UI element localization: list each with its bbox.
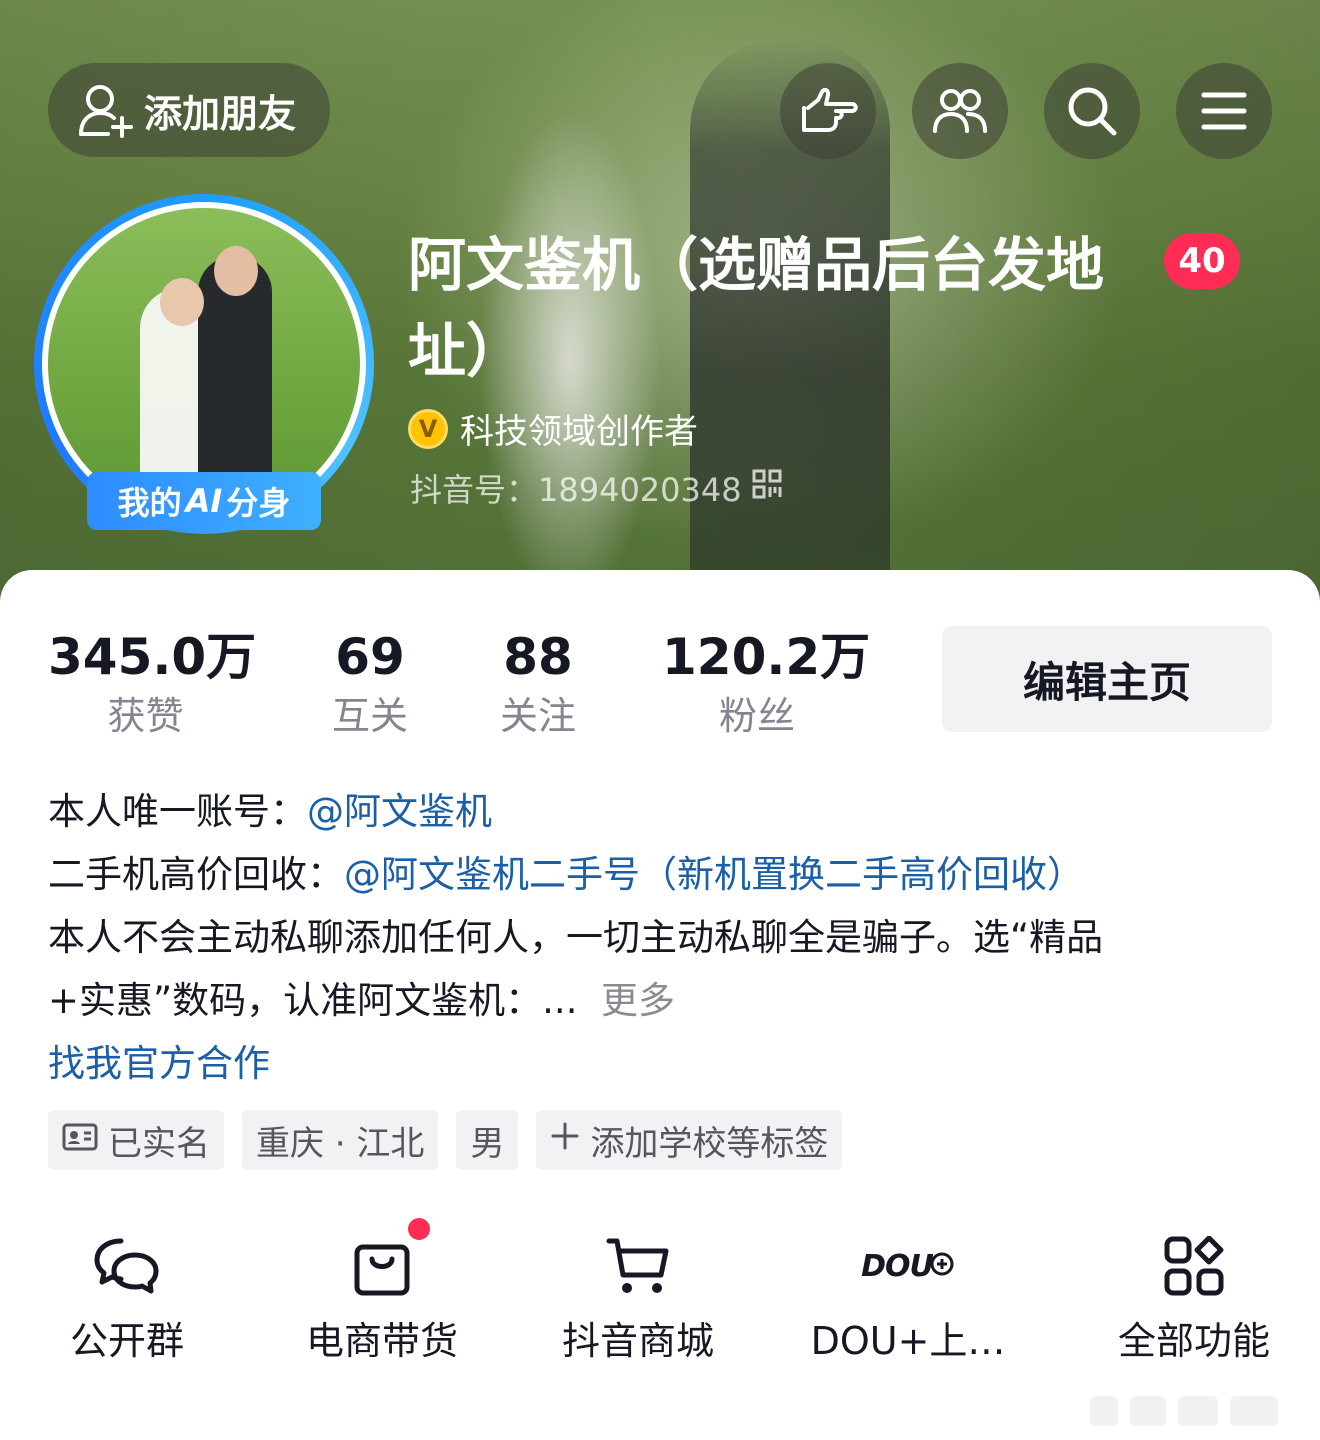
chat-bubbles-icon (7, 1226, 247, 1306)
certification[interactable]: V 科技领域创作者 (408, 404, 698, 453)
menu-icon (1201, 91, 1247, 131)
feature-ecommerce[interactable]: 电商带货 (262, 1218, 502, 1368)
bio-more-button[interactable]: 更多 (601, 979, 675, 1022)
search-button[interactable] (1044, 63, 1140, 159)
hand-point-button[interactable] (780, 63, 876, 159)
ai-avatar-badge[interactable]: 我的 AI 分身 (87, 472, 321, 530)
add-user-icon (78, 82, 136, 138)
feature-mall[interactable]: 抖音商城 (518, 1226, 758, 1368)
tag-verified-name[interactable]: 已实名 (48, 1110, 224, 1170)
stat-followers[interactable]: 120.2万 粉丝 (662, 628, 870, 746)
id-card-icon (62, 1120, 98, 1160)
tag-location[interactable]: 重庆 · 江北 (242, 1110, 439, 1170)
grid-icon (1074, 1226, 1314, 1306)
profile-tags: 已实名 重庆 · 江北 男 添加学校等标签 (48, 1110, 843, 1170)
friends-button[interactable] (912, 63, 1008, 159)
feature-all[interactable]: 全部功能 (1074, 1226, 1314, 1368)
shopping-bag-icon (262, 1218, 502, 1306)
bio-account-link[interactable]: @阿文鉴机 (307, 790, 492, 833)
dou-plus-icon: DOU (788, 1226, 1028, 1306)
certification-label: 科技领域创作者 (460, 412, 698, 452)
stat-mutual[interactable]: 69 互关 (310, 628, 430, 746)
watermark (1090, 1396, 1310, 1426)
add-friend-button[interactable]: 添加朋友 (48, 63, 330, 157)
cart-icon (518, 1226, 758, 1306)
level-badge[interactable]: 40 (1164, 233, 1240, 289)
friends-icon (932, 87, 988, 135)
verified-v-icon: V (408, 408, 448, 449)
edit-profile-button[interactable]: 编辑主页 (942, 626, 1272, 732)
notification-dot (408, 1218, 430, 1240)
feature-dou-plus[interactable]: DOU DOU+上… (788, 1226, 1028, 1368)
douyin-id[interactable]: 抖音号：1894020348 (410, 465, 782, 511)
add-friend-label: 添加朋友 (144, 91, 297, 136)
douyin-id-label: 抖音号：1894020348 (410, 471, 742, 509)
feature-public-group[interactable]: 公开群 (7, 1226, 247, 1368)
hand-point-icon (798, 84, 858, 138)
menu-button[interactable] (1176, 63, 1272, 159)
bio-secondhand-link[interactable]: @阿文鉴机二手号（新机置换二手高价回收） (344, 853, 1084, 896)
tag-add-school[interactable]: 添加学校等标签 (536, 1110, 843, 1170)
search-icon (1066, 85, 1118, 137)
plus-icon (550, 1120, 580, 1160)
official-cooperation-link[interactable]: 找我官方合作 (48, 1032, 1278, 1095)
profile-bio: 本人唯一账号：@阿文鉴机 二手机高价回收：@阿文鉴机二手号（新机置换二手高价回收… (48, 780, 1278, 1095)
stat-likes[interactable]: 345.0万 获赞 (48, 628, 256, 746)
qr-code-icon (752, 469, 782, 507)
feature-row: 公开群 电商带货 抖音商城 DOU DOU+上… 全部功能 (0, 1218, 1320, 1376)
profile-nickname: 阿文鉴机（选赠品后台发地址） (408, 231, 1105, 385)
tag-gender[interactable]: 男 (456, 1110, 519, 1170)
stat-following[interactable]: 88 关注 (478, 628, 598, 746)
